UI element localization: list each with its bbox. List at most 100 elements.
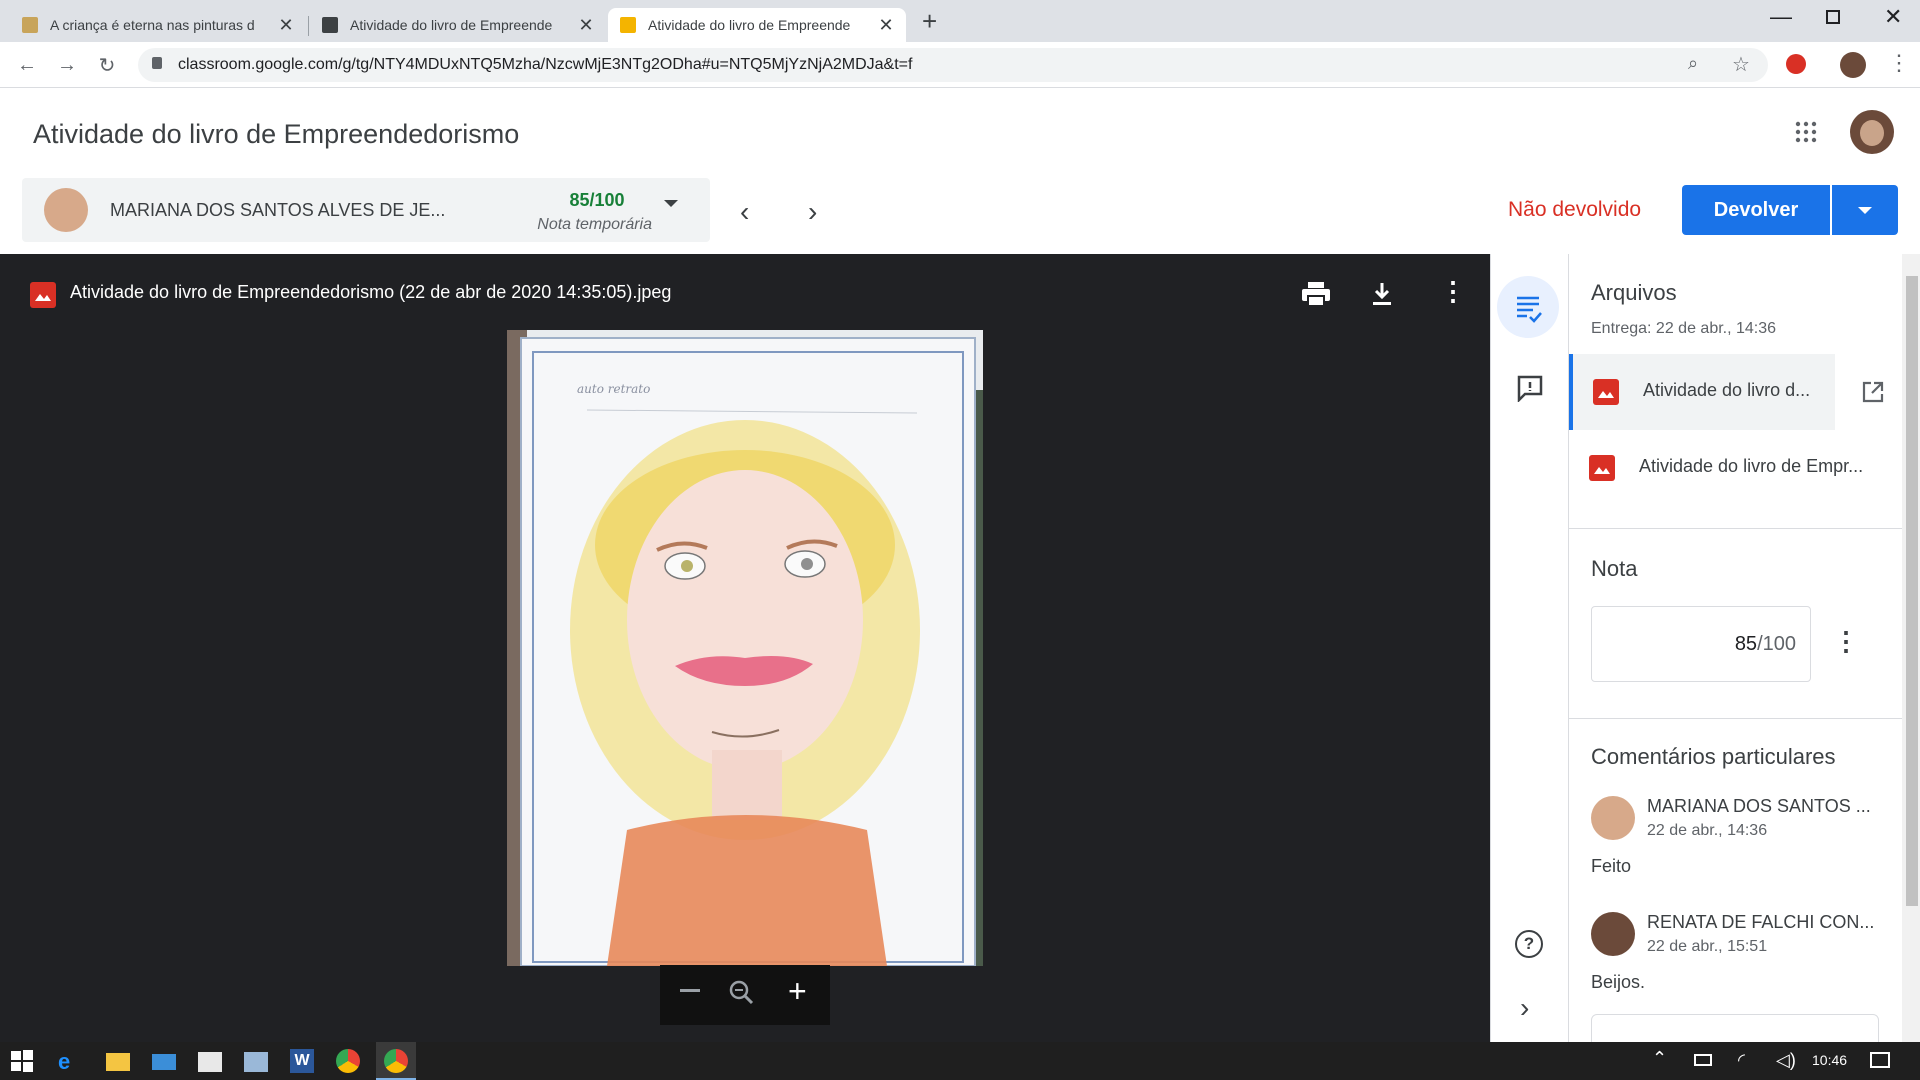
grade-total: /100 — [1757, 633, 1796, 655]
open-in-new-icon — [1862, 381, 1884, 403]
scrollbar-thumb[interactable] — [1906, 276, 1918, 906]
files-panel-button[interactable] — [1497, 276, 1559, 338]
url-text: classroom.google.com/g/tg/NTY4MDUxNTQ5Mz… — [178, 56, 913, 73]
open-external-button[interactable] — [1835, 354, 1902, 430]
chrome-icon[interactable] — [336, 1049, 360, 1073]
address-bar[interactable]: classroom.google.com/g/tg/NTY4MDUxNTQ5Mz… — [138, 48, 1768, 82]
assignment-icon — [1517, 296, 1542, 323]
browser-toolbar: ← → ↻ classroom.google.com/g/tg/NTY4MDUx… — [0, 42, 1920, 88]
chrome-menu-icon[interactable]: ⋮ — [1888, 50, 1910, 76]
forward-icon[interactable]: → — [52, 50, 82, 80]
word-icon[interactable]: W — [290, 1049, 314, 1073]
comments-icon[interactable] — [1516, 374, 1544, 404]
apps-grid-icon[interactable] — [1794, 120, 1818, 144]
zoom-in-icon[interactable]: + — [788, 973, 807, 1010]
dropdown-arrow-icon[interactable] — [664, 200, 678, 207]
next-student-icon[interactable]: › — [808, 196, 817, 228]
return-options-button[interactable] — [1832, 185, 1898, 235]
painting-favicon-icon — [22, 17, 38, 33]
comment-input[interactable] — [1591, 1014, 1879, 1042]
file-item-selected[interactable]: Atividade do livro d... — [1569, 354, 1902, 430]
battery-icon[interactable] — [1694, 1054, 1712, 1066]
grade-input[interactable]: 85/100 — [1591, 606, 1811, 682]
app-header: Atividade do livro de Empreendedorismo M… — [0, 88, 1920, 254]
comments-heading: Comentários particulares — [1591, 744, 1836, 769]
file-name: Atividade do livro d... — [1643, 380, 1811, 400]
reload-icon[interactable]: ↻ — [92, 50, 122, 80]
page-title: Atividade do livro de Empreendedorismo — [33, 119, 520, 149]
zoom-icon[interactable]: ⌕ — [1688, 53, 1698, 74]
file-viewer: Atividade do livro de Empreendedorismo (… — [0, 254, 1490, 1042]
wifi-icon[interactable]: ◜ — [1738, 1050, 1745, 1071]
store-icon[interactable] — [198, 1052, 222, 1072]
profile-avatar[interactable] — [1840, 52, 1866, 78]
grade-value: 85 — [1734, 633, 1758, 655]
zoom-controls: + — [660, 965, 830, 1025]
mail-icon[interactable] — [152, 1054, 176, 1070]
windows-taskbar: e W ⌃ ◜ ◁) 10:46 — [0, 1042, 1920, 1080]
grade-heading: Nota — [1591, 556, 1638, 581]
tab-title: Atividade do livro de Empreende — [648, 17, 851, 33]
comment-time: 22 de abr., 14:36 — [1647, 822, 1768, 839]
dropdown-arrow-icon — [1858, 207, 1872, 214]
file-name: Atividade do livro de Empr... — [1639, 456, 1864, 476]
notifications-icon[interactable] — [1870, 1052, 1890, 1068]
expand-panel-icon[interactable]: › — [1520, 992, 1529, 1024]
file-item[interactable]: Atividade do livro de Empr... — [1569, 430, 1902, 506]
file-explorer-icon[interactable] — [106, 1053, 130, 1071]
back-icon[interactable]: ← — [12, 50, 42, 80]
commenter-avatar — [1591, 912, 1635, 956]
zoom-out-icon[interactable] — [680, 989, 700, 992]
close-icon[interactable]: ✕ — [578, 15, 594, 36]
student-selector[interactable]: MARIANA DOS SANTOS ALVES DE JE... 85/100… — [22, 178, 710, 242]
commenter-avatar — [1591, 796, 1635, 840]
comment-author: RENATA DE FALCHI CON... — [1647, 912, 1875, 932]
previous-student-icon[interactable]: ‹ — [740, 196, 749, 228]
volume-icon[interactable]: ◁) — [1776, 1050, 1796, 1071]
side-rail: ? › — [1490, 254, 1568, 1042]
lock-icon — [152, 57, 162, 69]
image-file-icon — [1589, 455, 1615, 481]
windows-start-icon[interactable] — [10, 1049, 34, 1073]
student-grade: 85/100 — [569, 190, 625, 210]
comment-item: MARIANA DOS SANTOS ... 22 de abr., 14:36… — [1591, 796, 1891, 896]
return-button[interactable]: Devolver — [1682, 185, 1830, 235]
more-options-icon[interactable]: ⋮ — [1440, 276, 1466, 307]
help-icon[interactable]: ? — [1515, 930, 1543, 958]
submission-image: auto retrato — [507, 330, 983, 966]
minimize-icon[interactable]: — — [1770, 4, 1792, 30]
bookmark-star-icon[interactable]: ☆ — [1732, 52, 1750, 77]
browser-tab[interactable]: Atividade do livro de Empreende ✕ — [310, 8, 606, 42]
close-icon[interactable]: ✕ — [278, 15, 294, 36]
extension-icon[interactable] — [1786, 54, 1806, 74]
app-icon[interactable] — [244, 1052, 268, 1072]
panel-scrollbar[interactable] — [1902, 254, 1920, 1042]
divider — [1569, 528, 1902, 529]
print-icon[interactable] — [1300, 280, 1332, 308]
download-icon[interactable] — [1368, 280, 1396, 308]
chrome-active-taskbar-item[interactable] — [376, 1042, 416, 1080]
tab-title: A criança é eterna nas pinturas d — [50, 17, 255, 33]
close-icon[interactable]: ✕ — [878, 15, 894, 36]
image-file-icon — [30, 282, 56, 308]
grade-options-icon[interactable]: ⋮ — [1833, 626, 1859, 657]
student-name: MARIANA DOS SANTOS ALVES DE JE... — [110, 200, 446, 220]
edge-icon[interactable]: e — [58, 1049, 82, 1074]
grade-note: Nota temporária — [537, 216, 652, 233]
tray-chevron-icon[interactable]: ⌃ — [1652, 1048, 1667, 1069]
browser-tab-active[interactable]: Atividade do livro de Empreende ✕ — [608, 8, 906, 42]
divider — [1569, 718, 1902, 719]
tab-title: Atividade do livro de Empreende — [350, 17, 553, 33]
restore-icon[interactable] — [1826, 10, 1840, 24]
window-close-icon[interactable]: ✕ — [1884, 4, 1902, 30]
delivery-time: Entrega: 22 de abr., 14:36 — [1591, 320, 1777, 337]
status-label: Não devolvido — [1508, 198, 1642, 221]
browser-tab[interactable]: A criança é eterna nas pinturas d ✕ — [10, 8, 306, 42]
new-tab-icon[interactable]: + — [922, 6, 937, 37]
classroom-favicon-icon — [620, 17, 636, 33]
comment-item: RENATA DE FALCHI CON... 22 de abr., 15:5… — [1591, 912, 1891, 1012]
account-avatar[interactable] — [1850, 110, 1894, 154]
files-heading: Arquivos — [1591, 280, 1677, 305]
clock-time[interactable]: 10:46 — [1812, 1052, 1847, 1068]
zoom-reset-icon[interactable] — [728, 979, 754, 1005]
